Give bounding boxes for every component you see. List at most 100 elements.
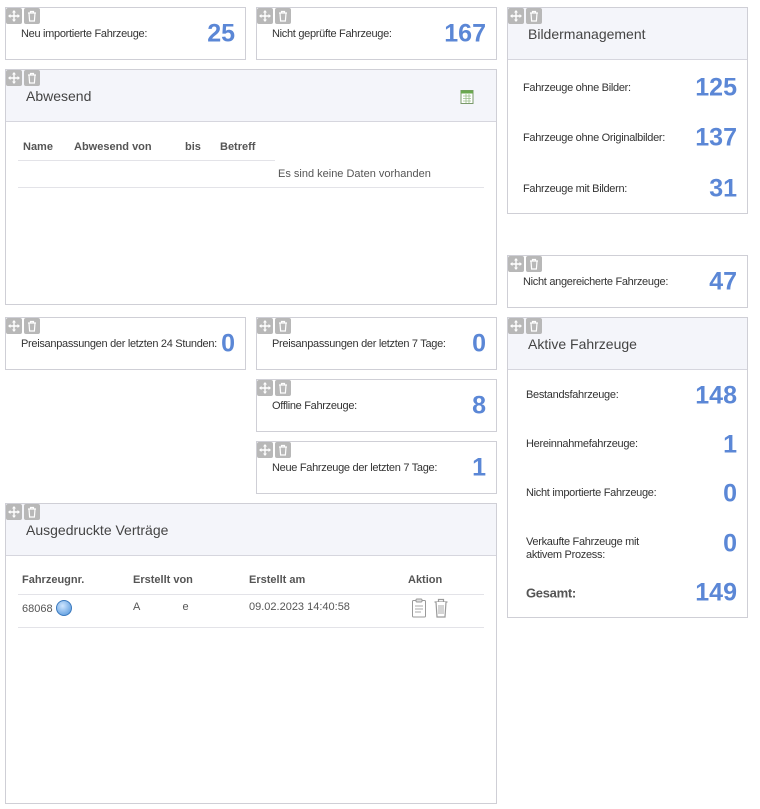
move-icon[interactable] bbox=[508, 256, 524, 272]
clipboard-icon[interactable] bbox=[411, 598, 427, 618]
column-header-erstellt-am[interactable]: Erstellt am bbox=[249, 574, 305, 586]
widget-title: Ausgedruckte Verträge bbox=[26, 522, 169, 538]
bilder-row-label: Fahrzeuge ohne Originalbilder: bbox=[523, 132, 666, 144]
cell-erstellt-am: 09.02.2023 14:40:58 bbox=[249, 601, 350, 613]
kpi-value[interactable]: 1 bbox=[472, 453, 486, 482]
widget-neu-importiert: Neu importierte Fahrzeuge: 25 bbox=[5, 7, 246, 60]
widget-aktive-fahrzeuge: Aktive Fahrzeuge Bestandsfahrzeuge: 148 … bbox=[507, 317, 748, 618]
widget-neue-7t: Neue Fahrzeuge der letzten 7 Tage: 1 bbox=[256, 441, 497, 494]
bilder-row-value[interactable]: 31 bbox=[709, 175, 737, 204]
move-icon[interactable] bbox=[6, 318, 22, 334]
widget-abwesend: Abwesend Name Abwesend von bis Betreff E… bbox=[5, 69, 497, 305]
fahrzeugnr-value[interactable]: 68068 bbox=[22, 603, 53, 615]
divider bbox=[18, 594, 484, 595]
kpi-value[interactable]: 25 bbox=[207, 19, 235, 48]
kpi-value[interactable]: 47 bbox=[709, 267, 737, 296]
move-icon[interactable] bbox=[508, 8, 524, 24]
widget-tools bbox=[257, 8, 291, 25]
bilder-row-value[interactable]: 137 bbox=[695, 124, 737, 153]
widget-tools bbox=[257, 442, 291, 459]
empty-message: Es sind keine Daten vorhanden bbox=[278, 168, 431, 180]
column-header-abwesend-von[interactable]: Abwesend von bbox=[74, 141, 152, 153]
excel-export-icon[interactable] bbox=[460, 90, 474, 104]
move-icon[interactable] bbox=[6, 70, 22, 86]
kpi-label: Preisanpassungen der letzten 7 Tage: bbox=[272, 337, 446, 350]
kpi-label: Neu importierte Fahrzeuge: bbox=[21, 27, 148, 40]
trash-icon[interactable] bbox=[275, 8, 291, 24]
widget-header: Ausgedruckte Verträge bbox=[6, 504, 496, 556]
move-icon[interactable] bbox=[257, 442, 273, 458]
widget-tools bbox=[6, 8, 40, 25]
aktiv-total-value[interactable]: 149 bbox=[695, 579, 737, 608]
kpi-label: Neue Fahrzeuge der letzten 7 Tage: bbox=[272, 461, 438, 474]
widget-tools bbox=[6, 318, 40, 335]
trash-icon[interactable] bbox=[433, 598, 449, 618]
widget-tools bbox=[257, 318, 291, 335]
kpi-value[interactable]: 167 bbox=[444, 19, 486, 48]
bilder-row-value[interactable]: 125 bbox=[695, 74, 737, 103]
widget-preis-7t: Preisanpassungen der letzten 7 Tage: 0 bbox=[256, 317, 497, 370]
aktiv-row-value[interactable]: 0 bbox=[723, 480, 737, 509]
trash-icon[interactable] bbox=[24, 504, 40, 520]
kpi-label: Offline Fahrzeuge: bbox=[272, 399, 357, 412]
move-icon[interactable] bbox=[257, 8, 273, 24]
column-header-bis[interactable]: bis bbox=[185, 141, 201, 153]
column-header-betreff[interactable]: Betreff bbox=[220, 141, 255, 153]
column-header-aktion: Aktion bbox=[408, 574, 443, 586]
aktiv-row-label: Nicht importierte Fahrzeuge: bbox=[526, 487, 657, 499]
widget-tools bbox=[508, 256, 542, 273]
trash-icon[interactable] bbox=[275, 318, 291, 334]
widget-nicht-angereichert: Nicht angereicherte Fahrzeuge: 47 bbox=[507, 255, 748, 308]
aktiv-row-value[interactable]: 0 bbox=[723, 530, 737, 559]
move-icon[interactable] bbox=[6, 504, 22, 520]
aktiv-row-label: Hereinnahmefahrzeuge: bbox=[526, 438, 638, 450]
aktiv-row-label-line2: aktivem Prozess: bbox=[526, 549, 605, 561]
divider bbox=[18, 627, 484, 628]
widget-title: Abwesend bbox=[26, 88, 92, 104]
kpi-label: Nicht geprüfte Fahrzeuge: bbox=[272, 27, 392, 40]
move-icon[interactable] bbox=[508, 318, 524, 334]
help-icon[interactable] bbox=[55, 600, 72, 616]
trash-icon[interactable] bbox=[24, 318, 40, 334]
aktiv-row-value[interactable]: 148 bbox=[695, 382, 737, 411]
widget-ausgedruckte-vertraege: Ausgedruckte Verträge Fahrzeugnr. Erstel… bbox=[5, 503, 497, 804]
widget-title: Aktive Fahrzeuge bbox=[528, 336, 637, 352]
widget-header: Bildermanagement bbox=[508, 8, 747, 60]
widget-title: Bildermanagement bbox=[528, 26, 646, 42]
widget-tools bbox=[257, 380, 291, 397]
widget-offline: Offline Fahrzeuge: 8 bbox=[256, 379, 497, 432]
aktiv-row-label: Verkaufte Fahrzeuge mit bbox=[526, 536, 639, 548]
divider bbox=[18, 187, 484, 188]
divider bbox=[18, 160, 275, 161]
trash-icon[interactable] bbox=[526, 8, 542, 24]
widget-header: Aktive Fahrzeuge bbox=[508, 318, 747, 370]
kpi-value[interactable]: 8 bbox=[472, 391, 486, 420]
column-header-fahrzeugnr[interactable]: Fahrzeugnr. bbox=[22, 574, 84, 586]
aktiv-total-label: Gesamt: bbox=[526, 585, 576, 601]
move-icon[interactable] bbox=[6, 8, 22, 24]
move-icon[interactable] bbox=[257, 318, 273, 334]
aktiv-row-value[interactable]: 1 bbox=[723, 431, 737, 460]
widget-tools bbox=[6, 70, 40, 87]
bilder-row-label: Fahrzeuge mit Bildern: bbox=[523, 183, 628, 195]
kpi-value[interactable]: 0 bbox=[472, 329, 486, 358]
widget-preis-24h: Preisanpassungen der letzten 24 Stunden:… bbox=[5, 317, 246, 370]
column-header-name[interactable]: Name bbox=[23, 141, 53, 153]
kpi-label: Preisanpassungen der letzten 24 Stunden: bbox=[21, 337, 217, 350]
trash-icon[interactable] bbox=[526, 256, 542, 272]
move-icon[interactable] bbox=[257, 380, 273, 396]
kpi-label: Nicht angereicherte Fahrzeuge: bbox=[523, 275, 669, 288]
widget-tools bbox=[508, 8, 542, 25]
cell-fahrzeugnr[interactable]: 68068 bbox=[22, 600, 72, 617]
column-header-erstellt-von[interactable]: Erstellt von bbox=[133, 574, 193, 586]
kpi-value[interactable]: 0 bbox=[221, 329, 235, 358]
widget-tools bbox=[6, 504, 40, 521]
widget-tools bbox=[508, 318, 542, 335]
widget-bildermanagement: Bildermanagement Fahrzeuge ohne Bilder: … bbox=[507, 7, 748, 214]
trash-icon[interactable] bbox=[24, 8, 40, 24]
trash-icon[interactable] bbox=[275, 380, 291, 396]
trash-icon[interactable] bbox=[24, 70, 40, 86]
trash-icon[interactable] bbox=[275, 442, 291, 458]
widget-header: Abwesend bbox=[6, 70, 496, 122]
trash-icon[interactable] bbox=[526, 318, 542, 334]
